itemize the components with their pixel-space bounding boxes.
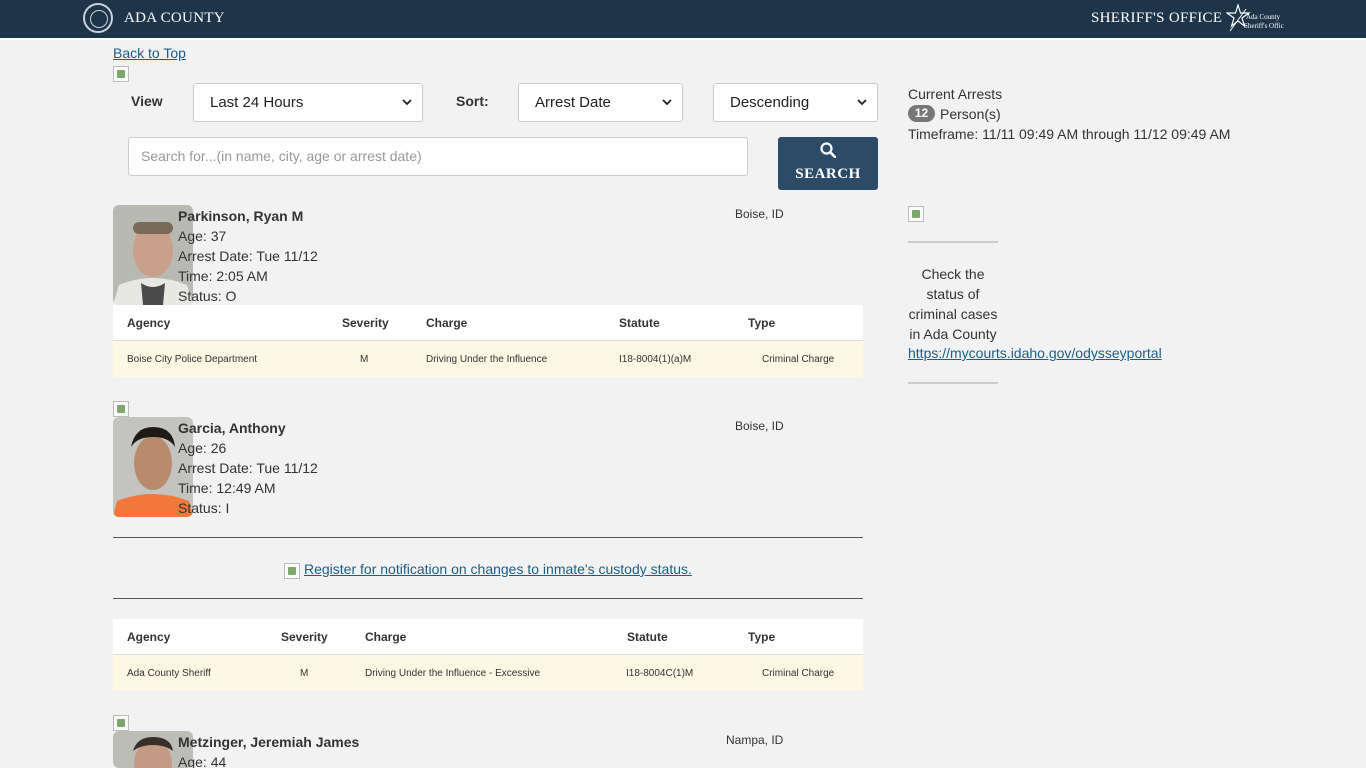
inmate-city: Boise, ID <box>735 207 784 221</box>
col-type: Type <box>748 630 776 644</box>
col-agency: Agency <box>127 630 171 644</box>
inmate-city: Boise, ID <box>735 419 784 433</box>
sort-select-value: Arrest Date <box>535 94 611 111</box>
col-severity: Severity <box>281 630 328 644</box>
view-label: View <box>131 93 163 109</box>
col-type: Type <box>748 316 776 330</box>
col-charge: Charge <box>365 630 407 644</box>
inmate-name[interactable]: Garcia, Anthony <box>178 420 286 436</box>
cell-statute: I18-8004(1)(a)M <box>619 354 692 365</box>
search-button-label: SEARCH <box>795 166 861 182</box>
inmate-age: Age: 44 <box>178 754 227 768</box>
inmate-city: Nampa, ID <box>726 733 784 747</box>
custody-notification-link[interactable]: Register for notification on changes to … <box>304 561 692 577</box>
col-severity: Severity <box>342 316 389 330</box>
broken-image-icon <box>284 563 300 579</box>
search-input[interactable]: Search for...(in name, city, age or arre… <box>128 137 748 176</box>
view-select-value: Last 24 Hours <box>210 94 304 111</box>
order-select[interactable]: Descending <box>713 83 878 122</box>
inmate-age: Age: 26 <box>178 440 227 456</box>
table-header-row: Agency Severity Charge Statute Type <box>113 305 863 341</box>
cell-charge: Driving Under the Influence <box>426 354 548 365</box>
check-status-line: criminal cases <box>908 306 998 322</box>
broken-image-icon <box>113 66 129 82</box>
charges-table: Agency Severity Charge Statute Type Ada … <box>113 619 863 691</box>
chevron-down-icon <box>402 99 412 106</box>
search-placeholder: Search for...(in name, city, age or arre… <box>141 148 422 164</box>
col-charge: Charge <box>426 316 468 330</box>
check-status-line: status of <box>926 286 980 302</box>
inmate-arrest-date: Arrest Date: Tue 11/12 <box>178 460 318 476</box>
order-select-value: Descending <box>730 94 810 111</box>
divider <box>113 598 863 599</box>
col-agency: Agency <box>127 316 171 330</box>
table-header-row: Agency Severity Charge Statute Type <box>113 619 863 655</box>
inmate-arrest-date: Arrest Date: Tue 11/12 <box>178 248 318 264</box>
col-statute: Statute <box>619 316 660 330</box>
current-arrests-label: Current Arrests <box>908 86 1003 102</box>
charges-table: Agency Severity Charge Statute Type Bois… <box>113 305 863 377</box>
cell-type: Criminal Charge <box>762 354 835 365</box>
chevron-down-icon <box>857 99 867 106</box>
table-row: Boise City Police Department M Driving U… <box>113 341 863 377</box>
timeframe-text: Timeframe: 11/11 09:49 AM through 11/12 … <box>908 126 1231 142</box>
divider <box>113 537 863 538</box>
check-status-line: in Ada County <box>909 326 997 342</box>
brand-title[interactable]: ADA COUNTY <box>124 10 225 27</box>
svg-text:Ada County: Ada County <box>1246 13 1281 21</box>
inmate-name[interactable]: Parkinson, Ryan M <box>178 208 303 224</box>
cell-statute: I18-8004C(1)M <box>626 668 694 679</box>
sort-label: Sort: <box>456 93 489 109</box>
svg-text:Sheriff's Office: Sheriff's Office <box>1244 22 1284 30</box>
chevron-down-icon <box>662 99 672 106</box>
inmate-time: Time: 2:05 AM <box>178 268 268 284</box>
county-seal-icon[interactable] <box>83 3 113 33</box>
cell-severity: M <box>360 354 369 365</box>
cell-type: Criminal Charge <box>762 668 835 679</box>
broken-image-icon <box>908 206 924 222</box>
sheriff-star-logo-icon[interactable]: Ada County Sheriff's Office <box>1226 3 1284 35</box>
office-title[interactable]: SHERIFF'S OFFICE <box>1091 10 1222 27</box>
persons-label: Person(s) <box>940 106 1001 122</box>
inmate-status: Status: O <box>178 288 237 304</box>
top-header: ADA COUNTY SHERIFF'S OFFICE Ada County S… <box>0 0 1366 40</box>
broken-image-icon <box>113 401 129 417</box>
col-statute: Statute <box>627 630 668 644</box>
cell-agency: Ada County Sheriff <box>127 668 211 679</box>
check-status-line: Check the <box>921 266 985 282</box>
cell-agency: Boise City Police Department <box>127 354 258 365</box>
search-icon <box>820 142 836 158</box>
search-button[interactable]: SEARCH <box>778 137 878 190</box>
cell-charge: Driving Under the Influence - Excessive <box>365 668 541 679</box>
cell-severity: M <box>300 668 309 679</box>
inmate-time: Time: 12:49 AM <box>178 480 276 496</box>
broken-image-icon <box>113 715 129 731</box>
table-row: Ada County Sheriff M Driving Under the I… <box>113 655 863 691</box>
inmate-name[interactable]: Metzinger, Jeremiah James <box>178 734 359 750</box>
odyssey-portal-link[interactable]: https://mycourts.idaho.gov/odysseyportal <box>908 345 1162 361</box>
sort-select[interactable]: Arrest Date <box>518 83 683 122</box>
inmate-status: Status: I <box>178 500 230 516</box>
back-to-top-link[interactable]: Back to Top <box>113 45 186 61</box>
sidebar-divider <box>908 382 998 384</box>
arrest-count-badge: 12 <box>908 105 935 122</box>
sidebar-divider <box>908 241 998 243</box>
inmate-age: Age: 37 <box>178 228 227 244</box>
view-select[interactable]: Last 24 Hours <box>193 83 423 122</box>
